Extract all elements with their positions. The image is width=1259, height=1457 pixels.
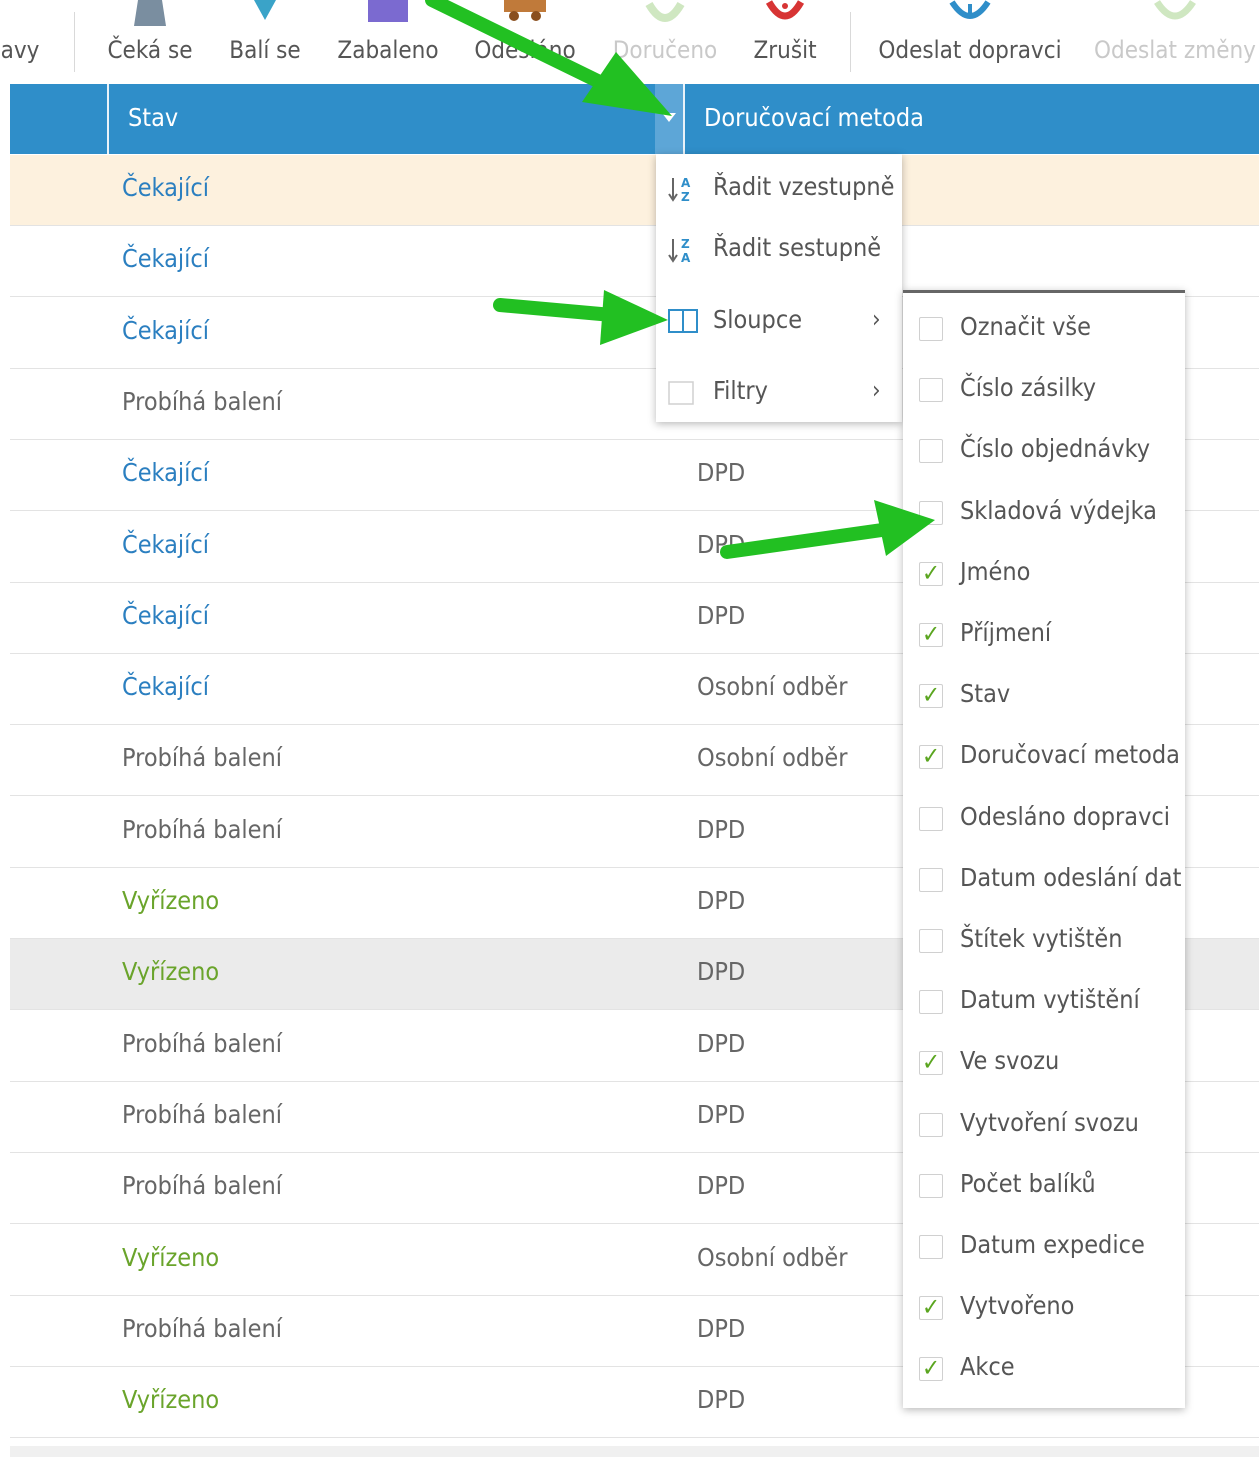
- annotation-arrow: [425, 0, 672, 116]
- annotation-arrow: [493, 290, 668, 345]
- annotation-arrows: [425, 0, 935, 559]
- annotation-arrow: [720, 500, 935, 559]
